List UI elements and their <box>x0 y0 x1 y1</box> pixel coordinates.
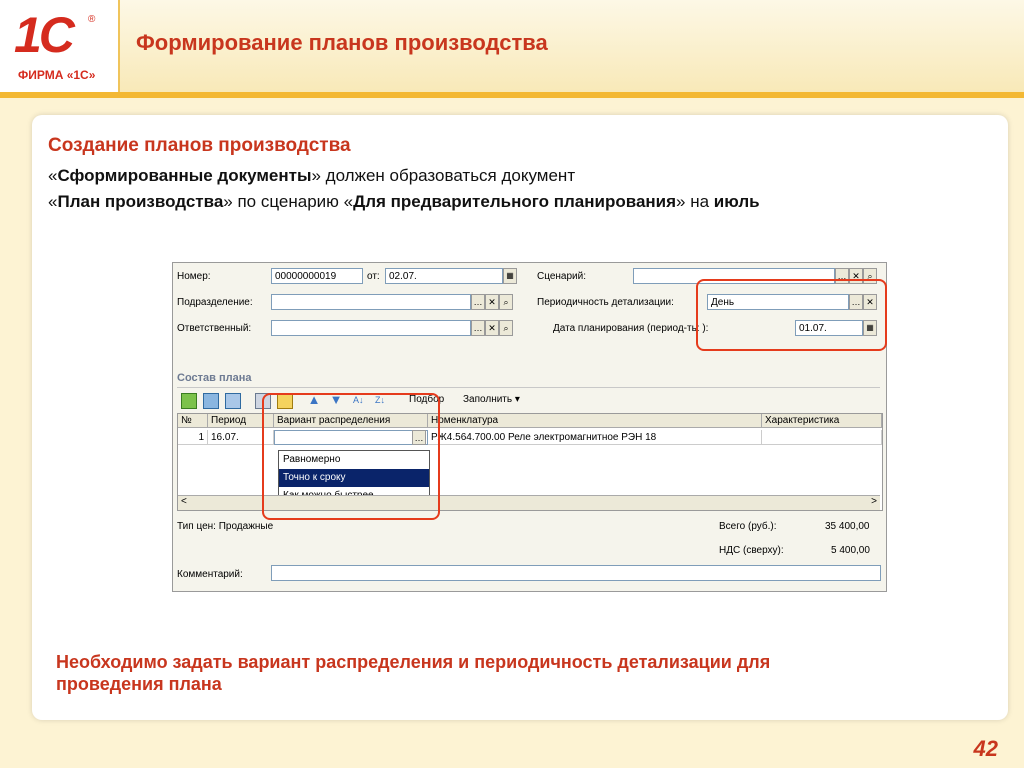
period-label: Периодичность детализации: <box>537 297 674 308</box>
page-number: 42 <box>973 736 998 761</box>
select-button[interactable]: … <box>471 294 485 310</box>
table-cell[interactable]: РЖ4.564.700.00 Реле электромагнитное РЭН… <box>428 430 762 445</box>
clear-icon[interactable]: ✕ <box>485 294 499 310</box>
search-icon[interactable]: ⌕ <box>499 294 513 310</box>
table-cell[interactable]: 1 <box>178 430 208 445</box>
select-button[interactable]: … <box>471 320 485 336</box>
divider <box>177 387 880 388</box>
vat-value: 5 400,00 <box>831 545 870 556</box>
division-label: Подразделение: <box>177 297 253 308</box>
col-header[interactable]: Характеристика <box>762 414 882 428</box>
logo-1c-text: 1С <box>14 7 75 63</box>
number-label: Номер: <box>177 271 211 282</box>
total-label: Всего (руб.): <box>719 521 777 532</box>
period-highlight <box>696 279 887 351</box>
subtitle: Создание планов производства <box>48 135 351 156</box>
registered-icon: ® <box>88 14 96 25</box>
calendar-icon[interactable]: ▦ <box>503 268 517 284</box>
vat-label: НДС (сверху): <box>719 545 784 556</box>
footer-note: Необходимо задать вариант распределения … <box>56 652 771 694</box>
clear-icon[interactable]: ✕ <box>485 320 499 336</box>
date-field[interactable]: 02.07. <box>385 268 503 284</box>
logo: 1С ® ФИРМА «1С» <box>0 0 120 92</box>
col-header[interactable]: Номенклатура <box>428 414 762 428</box>
date-label: от: <box>367 271 380 282</box>
division-field[interactable] <box>271 294 471 310</box>
col-header[interactable]: № <box>178 414 208 428</box>
section-title: Состав плана <box>177 372 252 384</box>
header-bar: 1С ® ФИРМА «1С» Формирование планов прои… <box>0 0 1024 98</box>
total-value: 35 400,00 <box>825 521 870 532</box>
responsible-field[interactable] <box>271 320 471 336</box>
logo-firm-text: ФИРМА «1С» <box>18 68 96 82</box>
scroll-left-icon[interactable]: < <box>181 496 187 507</box>
edit-row-icon[interactable] <box>225 393 241 409</box>
page-title: Формирование планов производства <box>136 30 548 55</box>
plan-date-label: Дата планирования (период-ть: ): <box>553 323 709 334</box>
copy-row-icon[interactable] <box>203 393 219 409</box>
search-icon[interactable]: ⌕ <box>499 320 513 336</box>
fill-button[interactable]: Заполнить ▾ <box>463 394 520 405</box>
price-type: Тип цен: Продажные <box>177 521 274 532</box>
number-field[interactable]: 00000000019 <box>271 268 363 284</box>
variant-highlight <box>262 393 440 520</box>
comment-label: Комментарий: <box>177 569 243 580</box>
comment-field[interactable] <box>271 565 881 581</box>
add-row-icon[interactable] <box>181 393 197 409</box>
table-cell[interactable] <box>762 430 882 445</box>
scroll-right-icon[interactable]: > <box>871 496 877 507</box>
intro-text: «Сформированные документы» должен образо… <box>48 166 760 211</box>
scenario-label: Сценарий: <box>537 271 586 282</box>
responsible-label: Ответственный: <box>177 323 252 334</box>
